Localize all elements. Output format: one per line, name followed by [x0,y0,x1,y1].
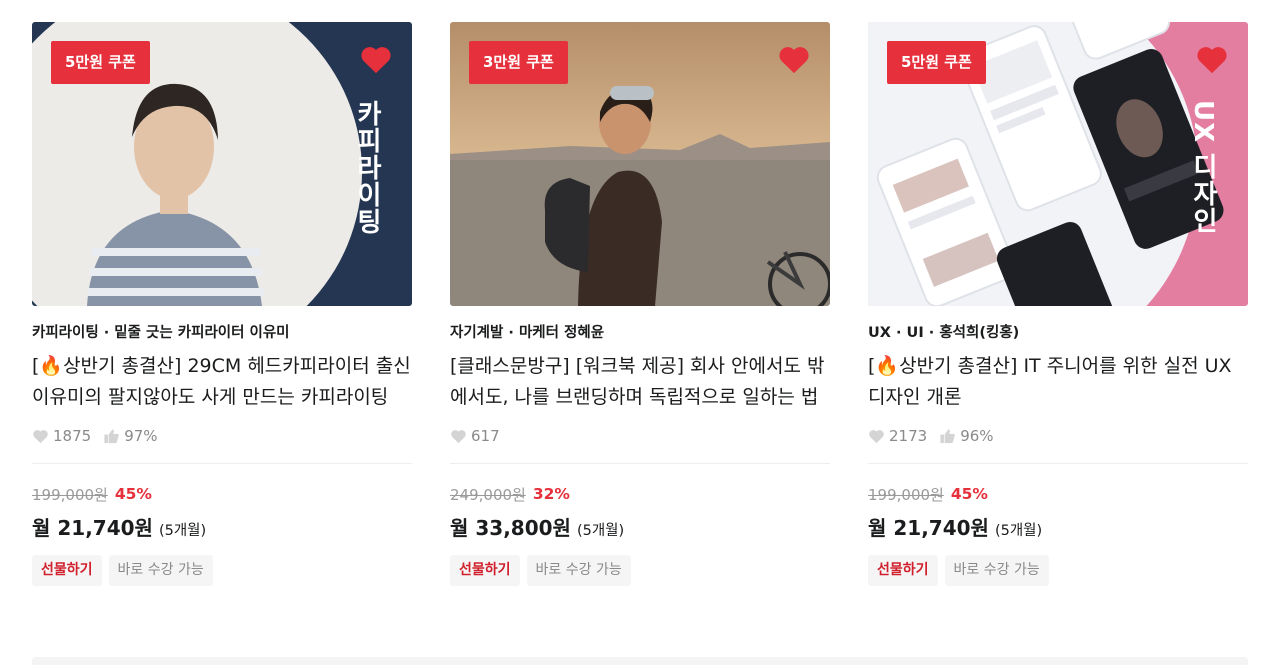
class-card[interactable]: 3만원 쿠폰 자기계발 · 마케터 정혜윤 [클래스문방구] [워크북 제공] … [450,22,830,586]
class-thumbnail[interactable]: 카피라이팅 5만원 쿠폰 [32,22,412,306]
rating-percent: 96% [960,427,994,445]
class-category: 자기계발 · 마케터 정혜윤 [450,325,605,341]
heart-outline-icon [33,430,48,444]
price-original-row: 199,000원 45% [32,484,412,504]
rating-group: 96% [939,427,994,445]
class-card[interactable]: 카피라이팅 5만원 쿠폰 카피라이팅 · 밑줄 긋는 카피라이터 이유미 [🔥상… [32,22,412,586]
heart-outline-icon [869,430,884,444]
class-card-grid: 카피라이팅 5만원 쿠폰 카피라이팅 · 밑줄 긋는 카피라이터 이유미 [🔥상… [32,22,1248,586]
class-card[interactable]: UX 디자인 5만원 쿠폰 UX · UI · 홍석희(킹홍) [🔥상반기 총결… [868,22,1248,586]
monthly-price: 월 33,800원 [450,516,571,540]
divider [868,463,1248,464]
class-thumbnail[interactable]: UX 디자인 5만원 쿠폰 [868,22,1248,306]
price-row: 월 21,740원 (5개월) [32,512,412,540]
original-price: 249,000원 [450,485,526,504]
rating-percent: 97% [124,427,158,445]
like-count: 2173 [889,427,928,445]
discount-rate: 45% [114,485,152,503]
thumbs-up-icon [940,429,956,444]
like-count: 1875 [53,427,92,445]
monthly-price: 월 21,740원 [868,516,989,540]
thumbs-up-icon [104,429,120,444]
class-stats: 1875 97% [32,425,412,447]
instant-access-badge: 바로 수강 가능 [108,555,213,586]
divider [32,463,412,464]
class-stats: 2173 96% [868,425,1248,447]
coupon-badge: 3만원 쿠폰 [469,41,568,84]
installment-months: (5개월) [576,523,625,539]
like-count-group: 2173 [868,427,927,445]
installment-months: (5개월) [994,523,1043,539]
section-divider-bar [32,657,1248,665]
like-count-group: 1875 [32,427,91,445]
class-category: 카피라이팅 · 밑줄 긋는 카피라이터 이유미 [32,325,290,341]
class-title[interactable]: [🔥상반기 총결산] IT 주니어를 위한 실전 UX 디자인 개론 [868,351,1248,413]
thumbnail-side-label: 카피라이팅 [352,99,382,235]
heart-icon[interactable] [1195,43,1229,75]
gift-button[interactable]: 선물하기 [32,555,102,586]
instant-access-badge: 바로 수강 가능 [944,555,1049,586]
thumbnail-side-label: UX 디자인 [1188,99,1218,235]
price-row: 월 33,800원 (5개월) [450,512,830,540]
like-count-group: 617 [450,427,500,445]
instant-access-badge: 바로 수강 가능 [526,555,631,586]
class-title[interactable]: [🔥상반기 총결산] 29CM 헤드카피라이터 출신 이유미의 팔지않아도 사게… [32,351,412,413]
monthly-price: 월 21,740원 [32,516,153,540]
heart-outline-icon [451,430,466,444]
tag-row: 선물하기 바로 수강 가능 [450,555,830,586]
installment-months: (5개월) [158,523,207,539]
class-category: UX · UI · 홍석희(킹홍) [868,325,1020,341]
class-stats: 617 [450,425,830,447]
original-price: 199,000원 [32,485,108,504]
gift-button[interactable]: 선물하기 [450,555,520,586]
divider [450,463,830,464]
class-thumbnail[interactable]: 3만원 쿠폰 [450,22,830,306]
heart-icon[interactable] [777,43,811,75]
discount-rate: 45% [950,485,988,503]
tag-row: 선물하기 바로 수강 가능 [32,555,412,586]
price-row: 월 21,740원 (5개월) [868,512,1248,540]
rating-group: 97% [103,427,158,445]
original-price: 199,000원 [868,485,944,504]
price-original-row: 249,000원 32% [450,484,830,504]
heart-icon[interactable] [359,43,393,75]
like-count: 617 [471,427,500,445]
price-original-row: 199,000원 45% [868,484,1248,504]
class-title[interactable]: [클래스문방구] [워크북 제공] 회사 안에서도 밖에서도, 나를 브랜딩하며… [450,351,830,413]
discount-rate: 32% [532,485,570,503]
coupon-badge: 5만원 쿠폰 [51,41,150,84]
coupon-badge: 5만원 쿠폰 [887,41,986,84]
gift-button[interactable]: 선물하기 [868,555,938,586]
tag-row: 선물하기 바로 수강 가능 [868,555,1248,586]
